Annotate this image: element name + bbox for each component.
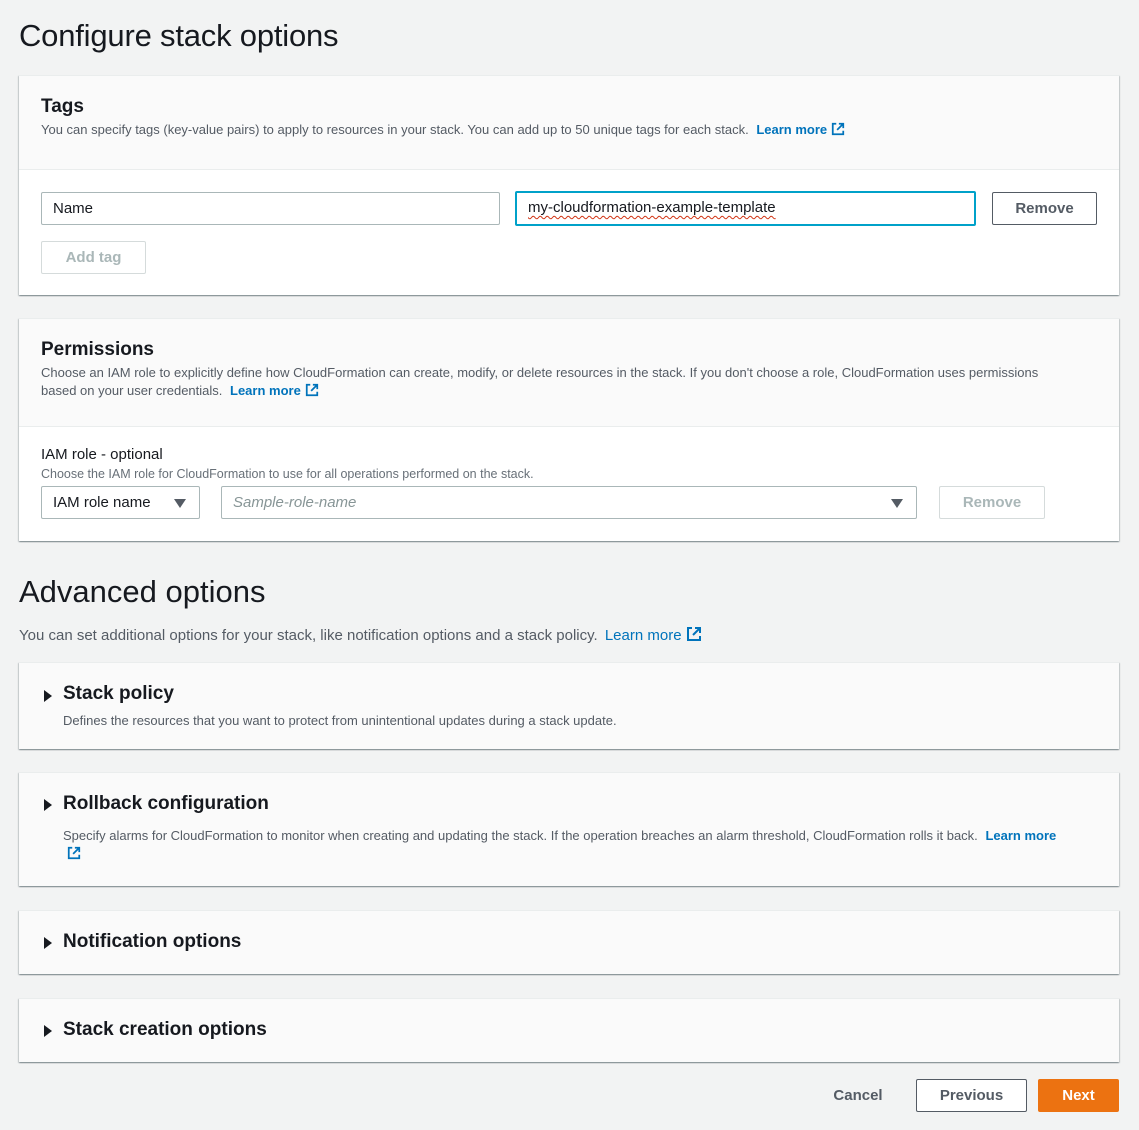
cancel-button[interactable]: Cancel bbox=[818, 1080, 898, 1113]
external-link-icon bbox=[67, 846, 81, 860]
notification-options-section[interactable]: Notification options bbox=[19, 910, 1119, 974]
advanced-options-title: Advanced options bbox=[19, 574, 266, 609]
caret-down-icon bbox=[174, 499, 186, 508]
rollback-configuration-title[interactable]: Rollback configuration bbox=[63, 793, 269, 815]
advanced-learn-more-link[interactable]: Learn more bbox=[605, 627, 702, 644]
stack-creation-options-section[interactable]: Stack creation options bbox=[19, 998, 1119, 1062]
tags-title: Tags bbox=[41, 96, 84, 117]
tag-value-input[interactable]: my-cloudformation-example-template bbox=[515, 191, 976, 226]
stack-creation-options-title[interactable]: Stack creation options bbox=[63, 1019, 267, 1041]
stack-policy-description: Defines the resources that you want to p… bbox=[63, 713, 617, 728]
rollback-configuration-section[interactable]: Rollback configuration Specify alarms fo… bbox=[19, 772, 1119, 886]
next-button[interactable]: Next bbox=[1038, 1079, 1119, 1112]
caret-right-icon bbox=[44, 1025, 52, 1037]
permissions-description: Choose an IAM role to explicitly define … bbox=[41, 365, 1039, 398]
tag-remove-button[interactable]: Remove bbox=[992, 192, 1097, 225]
tag-key-input[interactable]: Name bbox=[41, 192, 500, 225]
notification-options-title[interactable]: Notification options bbox=[63, 931, 241, 953]
external-link-icon bbox=[832, 122, 845, 136]
permissions-body: IAM role - optional Choose the IAM role … bbox=[19, 426, 1119, 541]
tags-panel: Tags You can specify tags (key-value pai… bbox=[19, 75, 1119, 295]
page-title: Configure stack options bbox=[19, 18, 339, 53]
caret-right-icon bbox=[44, 937, 52, 949]
permissions-learn-more-link[interactable]: Learn more bbox=[230, 383, 319, 398]
previous-button[interactable]: Previous bbox=[916, 1079, 1027, 1112]
iam-role-description: Choose the IAM role for CloudFormation t… bbox=[41, 467, 534, 481]
external-link-icon bbox=[686, 627, 701, 641]
stack-policy-title[interactable]: Stack policy bbox=[63, 683, 174, 705]
iam-role-type-select[interactable]: IAM role name bbox=[41, 486, 200, 519]
advanced-options-description: You can set additional options for your … bbox=[19, 626, 702, 644]
permissions-title: Permissions bbox=[41, 339, 154, 360]
external-link-icon bbox=[305, 383, 318, 397]
tags-learn-more-link[interactable]: Learn more bbox=[756, 122, 845, 137]
iam-role-label: IAM role - optional bbox=[41, 446, 163, 463]
iam-role-name-select[interactable]: Sample-role-name bbox=[221, 486, 917, 519]
tags-description: You can specify tags (key-value pairs) t… bbox=[41, 121, 1097, 139]
caret-down-icon bbox=[891, 499, 903, 508]
add-tag-button[interactable]: Add tag bbox=[41, 241, 146, 274]
tags-body: Name my-cloudformation-example-template … bbox=[19, 169, 1119, 295]
stack-policy-section[interactable]: Stack policy Defines the resources that … bbox=[19, 662, 1119, 749]
rollback-configuration-description: Specify alarms for CloudFormation to mon… bbox=[63, 827, 1069, 863]
permissions-panel: Permissions Choose an IAM role to explic… bbox=[19, 318, 1119, 541]
caret-right-icon bbox=[44, 799, 52, 811]
caret-right-icon bbox=[44, 690, 52, 702]
iam-role-remove-button[interactable]: Remove bbox=[939, 486, 1045, 519]
